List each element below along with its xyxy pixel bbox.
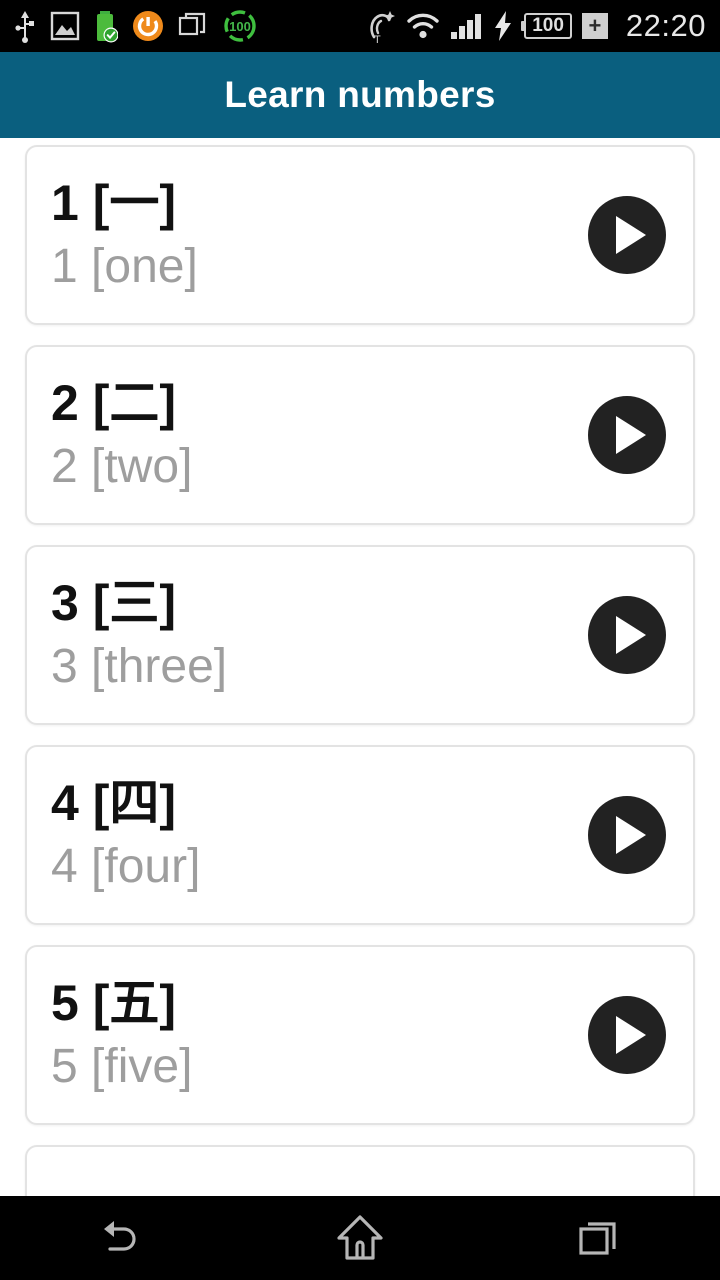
usb-icon <box>14 9 36 43</box>
data-usage-icon: 100 <box>222 8 258 44</box>
back-button[interactable] <box>40 1196 200 1280</box>
list-item-primary: 3 [三] <box>51 575 176 632</box>
list-item-primary: 4 [四] <box>51 775 176 832</box>
list-item-secondary: 1 [one] <box>51 240 198 294</box>
list-item-texts: 2 [二] 2 [two] <box>27 376 588 494</box>
status-bar: 100 T 100 + 22:20 <box>0 0 720 52</box>
list-item[interactable]: 2 [二] 2 [two] <box>25 345 695 525</box>
list-item-primary: 1 [一] <box>51 175 176 232</box>
plus-icon: + <box>581 13 608 39</box>
list-item[interactable]: 4 [四] 4 [four] <box>25 745 695 925</box>
list-item-texts: 1 [一] 1 [one] <box>27 176 588 294</box>
android-navigation-bar <box>0 1196 720 1280</box>
play-triangle <box>615 1016 646 1054</box>
list-item-secondary: 4 [four] <box>51 840 201 894</box>
image-icon <box>50 11 80 41</box>
home-button[interactable] <box>280 1196 440 1280</box>
play-triangle <box>615 616 646 654</box>
list-item-secondary: 5 [five] <box>51 1040 193 1094</box>
app-orange-icon <box>132 10 164 42</box>
app-title-bar: Learn numbers <box>0 52 720 138</box>
play-icon[interactable] <box>588 996 666 1074</box>
play-icon[interactable] <box>588 596 666 674</box>
play-triangle <box>615 216 646 254</box>
list-item-primary: 5 [五] <box>51 975 176 1032</box>
play-icon[interactable] <box>588 796 666 874</box>
wifi-icon <box>406 12 440 40</box>
status-bar-left-icons: 100 <box>14 8 258 44</box>
list-item-secondary: 2 [two] <box>51 440 193 494</box>
page-title: Learn numbers <box>224 74 496 115</box>
list-item[interactable]: 5 [五] 5 [five] <box>25 945 695 1125</box>
battery-charged-icon <box>94 9 118 43</box>
play-triangle <box>615 416 646 454</box>
list-item[interactable]: 1 [一] 1 [one] <box>25 145 695 325</box>
charging-bolt-icon <box>492 10 514 42</box>
list-item[interactable]: 3 [三] 3 [three] <box>25 545 695 725</box>
list-item-primary: 2 [二] <box>51 375 176 432</box>
signal-icon <box>450 12 482 40</box>
numbers-list[interactable]: 1 [一] 1 [one] 2 [二] 2 [two] 3 [三] 3 [thr… <box>0 138 720 1196</box>
recents-button[interactable] <box>520 1196 680 1280</box>
list-item-texts: 5 [五] 5 [five] <box>27 976 588 1094</box>
list-item-texts: 4 [四] 4 [four] <box>27 776 588 894</box>
play-triangle <box>615 816 646 854</box>
status-bar-clock: 22:20 <box>625 8 706 43</box>
copy-icon <box>178 12 208 40</box>
list-item[interactable] <box>25 1145 695 1196</box>
svg-text:T: T <box>374 34 381 43</box>
phone-screen: 100 T 100 + 22:20 Learn numbers 1 [一] 1 … <box>0 0 720 1280</box>
status-bar-right-icons: T 100 + 22:20 <box>366 8 706 44</box>
play-icon[interactable] <box>588 196 666 274</box>
hearing-aid-icon: T <box>366 9 396 43</box>
battery-percent-badge: 100 <box>524 13 572 39</box>
list-item-texts: 3 [三] 3 [three] <box>27 576 588 694</box>
play-icon[interactable] <box>588 396 666 474</box>
list-item-secondary: 3 [three] <box>51 640 228 694</box>
